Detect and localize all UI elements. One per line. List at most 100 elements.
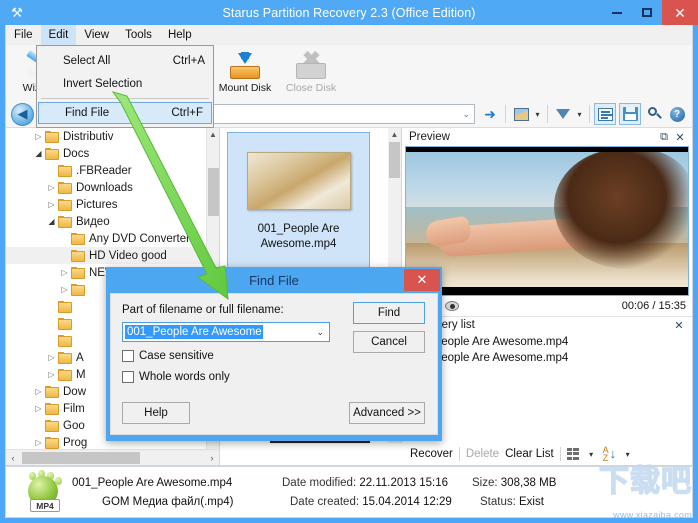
go-button[interactable]: ➜ xyxy=(479,106,501,123)
dialog-close-button[interactable]: ✕ xyxy=(404,269,440,291)
group-caret-icon[interactable]: ▾ xyxy=(586,450,597,459)
menu-view[interactable]: View xyxy=(76,25,117,45)
file-scroll-thumb[interactable] xyxy=(389,142,400,178)
tree-node[interactable]: Any DVD Converter xyxy=(6,230,206,247)
list-item[interactable]: 001_People Are Awesome.mp4 xyxy=(408,352,692,368)
maximize-button[interactable] xyxy=(632,0,662,25)
clear-list-button[interactable]: Clear List xyxy=(505,448,554,460)
tree-node-label: A xyxy=(76,351,84,364)
mount-disk-icon xyxy=(230,50,260,82)
help-button[interactable]: Help xyxy=(122,402,190,424)
case-sensitive-checkbox[interactable] xyxy=(122,350,134,362)
whole-words-checkbox[interactable] xyxy=(122,371,134,383)
cancel-button[interactable]: Cancel xyxy=(353,331,425,353)
scroll-thumb-h[interactable] xyxy=(22,451,140,464)
collapse-icon[interactable]: ◢ xyxy=(45,217,58,226)
chevron-down-icon[interactable]: ⌄ xyxy=(316,327,327,338)
search-icon[interactable] xyxy=(644,103,666,125)
edit-dropdown-menu: Select All Ctrl+A Invert Selection Find … xyxy=(36,45,214,128)
menu-tools[interactable]: Tools xyxy=(117,25,160,45)
recovery-list-close-icon[interactable]: ✕ xyxy=(671,319,687,332)
recover-button[interactable]: Recover xyxy=(410,448,453,460)
preview-close-icon[interactable]: ✕ xyxy=(672,131,688,144)
file-scroll-up-icon[interactable]: ▲ xyxy=(388,128,401,141)
case-sensitive-row[interactable]: Case sensitive xyxy=(122,350,214,362)
expand-icon[interactable]: ▷ xyxy=(32,132,45,141)
close-button[interactable]: ✕ xyxy=(662,0,698,25)
file-item-label: 001_People Are Awesome.mp4 xyxy=(239,222,359,252)
filename-combobox[interactable]: 001_People Are Awesome ⌄ xyxy=(122,322,330,342)
group-icon[interactable] xyxy=(566,448,580,460)
window-controls: ✕ xyxy=(602,0,698,25)
status-date-modified-label: Date modified: xyxy=(282,476,357,489)
help-icon[interactable]: ? xyxy=(666,103,688,125)
list-view-icon[interactable] xyxy=(594,103,616,125)
folder-icon xyxy=(58,198,72,211)
expand-icon[interactable]: ▷ xyxy=(45,353,58,362)
file-item-card[interactable]: 001_People Are Awesome.mp4 xyxy=(227,132,370,270)
tree-node[interactable]: ◢ Docs xyxy=(6,145,206,162)
expand-icon[interactable]: ▷ xyxy=(58,285,71,294)
application-window: ⚒ Starus Partition Recovery 2.3 (Office … xyxy=(0,0,698,523)
view-picture-icon[interactable] xyxy=(510,103,532,125)
menu-item-find-file[interactable]: Find File Ctrl+F xyxy=(38,102,212,124)
mount-disk-label: Mount Disk xyxy=(218,82,272,94)
back-button[interactable]: ◀ xyxy=(11,102,34,126)
status-date-modified-row: Date modified: 22.11.2013 15:16 xyxy=(282,473,472,492)
tree-node[interactable]: .FBReader xyxy=(6,162,206,179)
playback-time: 00:06 / 15:35 xyxy=(621,300,686,312)
whole-words-row[interactable]: Whole words only xyxy=(122,371,230,383)
folder-icon xyxy=(45,147,59,160)
expand-icon[interactable]: ▷ xyxy=(58,268,71,277)
expand-icon[interactable]: ▷ xyxy=(32,387,45,396)
list-item[interactable]: 001_People Are Awesome.mp4 xyxy=(408,336,692,352)
tree-node[interactable]: ▷ Downloads xyxy=(6,179,206,196)
expand-icon[interactable]: ▷ xyxy=(45,183,58,192)
menu-item-select-all[interactable]: Select All Ctrl+A xyxy=(37,49,213,72)
menu-file[interactable]: File xyxy=(6,25,41,45)
save-icon[interactable] xyxy=(619,103,641,125)
tree-node-label: Dow xyxy=(63,385,87,398)
sort-az-icon[interactable]: A Z ↓ xyxy=(603,446,617,463)
status-status-row: Status: Exist xyxy=(472,492,632,511)
scroll-thumb[interactable] xyxy=(208,168,219,216)
scroll-track[interactable] xyxy=(20,451,205,464)
menu-item-invert-selection[interactable]: Invert Selection xyxy=(37,72,213,95)
menu-help[interactable]: Help xyxy=(160,25,200,45)
sort-caret-icon[interactable]: ▾ xyxy=(622,450,633,459)
collapse-icon[interactable]: ◢ xyxy=(32,149,45,158)
chevron-down-icon[interactable]: ⌄ xyxy=(462,109,470,120)
expand-icon[interactable]: ▷ xyxy=(32,404,45,413)
tree-node[interactable]: ▷ Distributiv xyxy=(6,128,206,145)
tree-node[interactable]: HD Video good xyxy=(6,247,206,264)
scroll-right-icon[interactable]: › xyxy=(205,453,219,463)
status-size-value: 308,38 MB xyxy=(500,476,557,489)
menu-edit[interactable]: Edit xyxy=(40,25,77,45)
tree-node[interactable]: ▷ Pictures xyxy=(6,196,206,213)
scroll-up-icon[interactable]: ▲ xyxy=(207,128,219,141)
view-picture-caret-icon[interactable]: ▾ xyxy=(532,110,543,119)
filename-input-value[interactable]: 001_People Are Awesome xyxy=(125,325,263,339)
filter-icon[interactable] xyxy=(552,103,574,125)
toolbar-divider-3 xyxy=(589,105,590,123)
undock-icon[interactable]: ⧉ xyxy=(656,131,672,144)
eye-icon[interactable] xyxy=(445,301,459,311)
find-button[interactable]: Find xyxy=(353,302,425,324)
dialog-title-bar: Find File ✕ xyxy=(106,267,442,293)
video-preview[interactable] xyxy=(405,146,689,296)
mount-disk-button[interactable]: Mount Disk xyxy=(212,48,278,100)
player-controls: ▶ ▶▶ 00:06 / 15:35 xyxy=(402,296,692,316)
tree-node[interactable]: ◢ Видео xyxy=(6,213,206,230)
expand-icon[interactable]: ▷ xyxy=(45,370,58,379)
menu-item-find-file-shortcut: Ctrl+F xyxy=(171,107,203,119)
expand-icon[interactable]: ▷ xyxy=(32,438,45,447)
tree-node-label: Goo xyxy=(63,419,85,432)
advanced-button[interactable]: Advanced >> xyxy=(349,402,425,424)
minimize-button[interactable] xyxy=(602,0,632,25)
tree-horizontal-scrollbar[interactable]: ‹ › xyxy=(6,449,219,465)
filter-caret-icon[interactable]: ▾ xyxy=(574,110,585,119)
scroll-left-icon[interactable]: ‹ xyxy=(6,453,20,463)
close-disk-icon xyxy=(296,50,326,82)
folder-icon xyxy=(58,351,72,364)
expand-icon[interactable]: ▷ xyxy=(45,200,58,209)
